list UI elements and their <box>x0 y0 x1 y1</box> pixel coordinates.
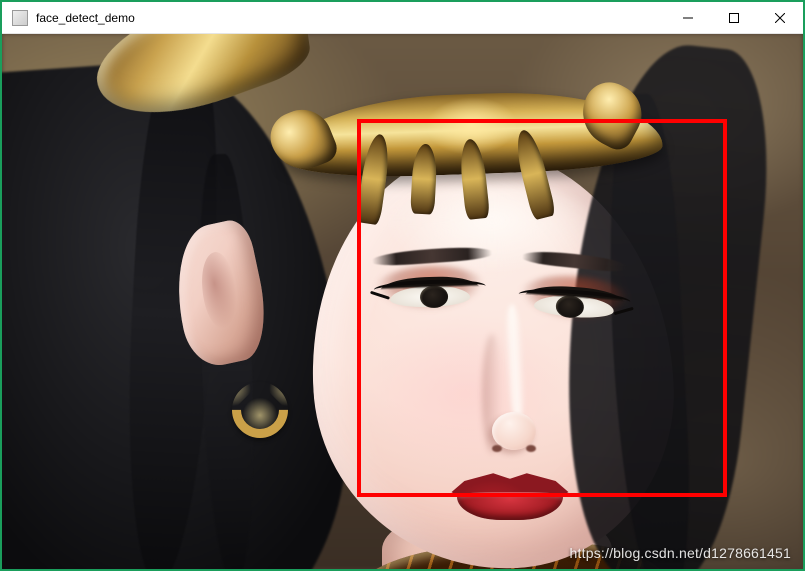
titlebar: face_detect_demo <box>2 2 803 34</box>
maximize-button[interactable] <box>711 2 757 33</box>
close-button[interactable] <box>757 2 803 33</box>
watermark-text: https://blog.csdn.net/d1278661451 <box>570 545 791 561</box>
minimize-icon <box>683 13 693 23</box>
rendered-image <box>2 34 803 569</box>
window-controls <box>665 2 803 33</box>
close-icon <box>775 13 785 23</box>
window-title: face_detect_demo <box>36 10 665 25</box>
app-icon <box>12 10 28 26</box>
image-viewport: https://blog.csdn.net/d1278661451 <box>2 34 803 569</box>
maximize-icon <box>729 13 739 23</box>
minimize-button[interactable] <box>665 2 711 33</box>
